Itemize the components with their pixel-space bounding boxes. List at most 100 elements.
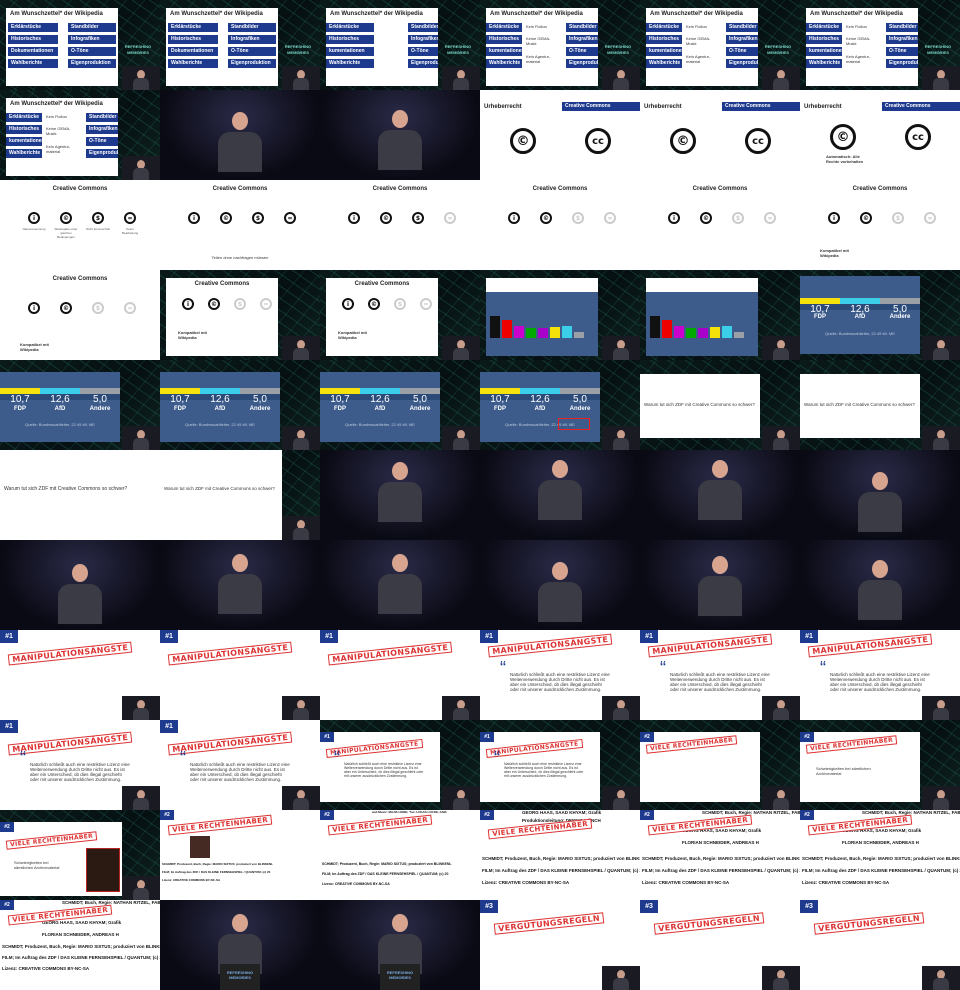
thumb-manipulation-9[interactable]: #1 MANIPULATIONSÄNGSTE Natürlich schließ… [320, 720, 480, 810]
thumb-manipulation-8[interactable]: #1 MANIPULATIONSÄNGSTE Natürlich schließ… [160, 720, 320, 810]
thumb-rights-5[interactable]: #2 VIELE RECHTEINHABER and Music: MAJIA … [320, 810, 480, 900]
nd-icon: = [924, 212, 936, 224]
button-right-2: Infografiken [886, 35, 918, 44]
button-right-2: Infografiken [408, 35, 438, 44]
thumb-manipulation-10[interactable]: #1 MANIPULATIONSÄNGSTE Natürlich schließ… [480, 720, 640, 810]
value-fdp: 10,7 [320, 388, 360, 405]
thumb-wishlist-1[interactable]: Am Wunschzettel* der Wikipedia Erklärstü… [0, 0, 160, 90]
speaker-inset [922, 786, 960, 810]
thumb-wishlist-4[interactable]: Am Wunschzettel* der Wikipedia Erklärstü… [480, 0, 640, 90]
thumb-speaker-5[interactable] [640, 450, 800, 540]
thumb-rights-1[interactable]: #2 VIELE RECHTEINHABER [640, 720, 800, 810]
thumb-speaker-11[interactable] [640, 540, 800, 630]
note-3: Kein Agentur-material [846, 54, 871, 64]
thumb-cc-5[interactable]: Creative Commons i © $ = [640, 180, 800, 270]
thumb-cc-8[interactable]: Creative Commons i © $ = Kompatibel mit … [160, 270, 320, 360]
speaker-inset [282, 66, 320, 90]
thumb-election-2[interactable]: 10,7 12,6 5,0 FDP AfD Andere Quelle: Bun… [0, 360, 160, 450]
slide-title: Creative Commons [852, 186, 908, 192]
thumb-speaker-10[interactable] [480, 540, 640, 630]
value-andere: 5,0 [240, 388, 280, 405]
thumb-manipulation-7[interactable]: #1 MANIPULATIONSÄNGSTE Natürlich schließ… [0, 720, 160, 810]
thumb-rights-8[interactable]: #2 VIELE RECHTEINHABER SCHMIDT; Buch, Re… [800, 810, 960, 900]
thumb-rights-7[interactable]: #2 VIELE RECHTEINHABER SCHMIDT; Buch, Re… [640, 810, 800, 900]
thumb-rights-3[interactable]: #2 VIELE RECHTEINHABER Schwierigkeiten b… [0, 810, 160, 900]
thumb-remuneration-3[interactable]: #3 VERGÜTUNGSREGELN [800, 900, 960, 990]
credits-line-3: FLORIAN SCHNEIDER, ANDREAS H [682, 840, 759, 845]
thumb-copyright-1[interactable]: Urheberrecht Creative Commons © cc [480, 90, 640, 180]
thumb-rights-9[interactable]: #2 VIELE RECHTEINHABER SCHMIDT; Buch, Re… [0, 900, 160, 990]
speaker-inset [922, 966, 960, 990]
party-afd: AfD [534, 406, 546, 412]
thumb-speaker-13[interactable]: REFRESHING MEMORIES [160, 900, 320, 990]
button-right-1: Standbilder [726, 23, 758, 32]
thumb-wishlist-7[interactable]: Am Wunschzettel* der Wikipedia Erklärstü… [0, 90, 160, 180]
thumb-rights-2[interactable]: #2 VIELE RECHTEINHABER Schwierigkeiten b… [800, 720, 960, 810]
thumb-election-5[interactable]: 10,7 12,6 5,0 FDP AfD Andere Quelle: Bun… [480, 360, 640, 450]
value-andere: 5,0 [880, 298, 920, 315]
button-left-3: kumentationen [486, 47, 522, 56]
thumb-speaker-9[interactable] [320, 540, 480, 630]
chart-header [486, 278, 598, 292]
speaker [698, 556, 742, 630]
thumb-speaker-7[interactable] [0, 540, 160, 630]
thumb-cc-6[interactable]: Creative Commons i © $ = Kompatibel mit … [800, 180, 960, 270]
thumb-manipulation-6[interactable]: #1 MANIPULATIONSÄNGSTE Natürlich schließ… [800, 630, 960, 720]
bar [550, 327, 560, 338]
thumb-cc-7[interactable]: Creative Commons i © $ = Kompatibel mit … [0, 270, 160, 360]
question-text: Warum tut sich ZDF mit Creative Commons … [4, 486, 128, 492]
thumb-remuneration-1[interactable]: #3 VERGÜTUNGSREGELN [480, 900, 640, 990]
thumb-cc-3[interactable]: Creative Commons i © $ = [320, 180, 480, 270]
speaker-inset [122, 66, 160, 90]
sa-label: Weitergabe unter gleichen Bedingungen [54, 227, 78, 239]
thumb-speaker-8[interactable] [160, 540, 320, 630]
value-afd: 12,6 [840, 298, 880, 315]
thumb-wishlist-5[interactable]: Am Wunschzettel* der Wikipedia Erklärstü… [640, 0, 800, 90]
thumb-election-bars-2[interactable] [640, 270, 800, 360]
thumb-question-4[interactable]: Warum tut sich ZDF mit Creative Commons … [160, 450, 320, 540]
thumb-election-3[interactable]: 10,7 12,6 5,0 FDP AfD Andere Quelle: Bun… [160, 360, 320, 450]
thumb-election-4[interactable]: 10,7 12,6 5,0 FDP AfD Andere Quelle: Bun… [320, 360, 480, 450]
bar [698, 328, 708, 338]
bar [674, 326, 684, 338]
thumb-speaker-12[interactable] [800, 540, 960, 630]
thumb-speaker-2[interactable] [320, 90, 480, 180]
thumb-manipulation-2[interactable]: #1 MANIPULATIONSÄNGSTE [160, 630, 320, 720]
thumb-manipulation-3[interactable]: #1 MANIPULATIONSÄNGSTE [320, 630, 480, 720]
thumb-question-2[interactable]: Warum tut sich ZDF mit Creative Commons … [800, 360, 960, 450]
thumb-manipulation-5[interactable]: #1 MANIPULATIONSÄNGSTE Natürlich schließ… [640, 630, 800, 720]
thumb-speaker-3[interactable] [320, 450, 480, 540]
thumb-cc-2[interactable]: Creative Commons i © $ = Teilen ohne nac… [160, 180, 320, 270]
thumb-speaker-6[interactable] [800, 450, 960, 540]
section-tag: #3 [640, 900, 658, 913]
thumb-rights-4[interactable]: #2 VIELE RECHTEINHABER SCHMIDT; Produzen… [160, 810, 320, 900]
thumb-election-1[interactable]: 10,7 12,6 5,0 FDP AfD Andere Quelle: Bun… [800, 270, 960, 360]
thumb-manipulation-4[interactable]: #1 MANIPULATIONSÄNGSTE Natürlich schließ… [480, 630, 640, 720]
button-right-1: Standbilder [228, 23, 276, 32]
thumb-wishlist-6[interactable]: Am Wunschzettel* der Wikipedia Erklärstü… [800, 0, 960, 90]
button-left-3: kumentationen [326, 47, 374, 56]
section-stamp: VERGÜTUNGSREGELN [493, 912, 605, 935]
speaker-inset [602, 786, 640, 810]
thumb-manipulation-1[interactable]: #1 MANIPULATIONSÄNGSTE [0, 630, 160, 720]
thumb-speaker-4[interactable] [480, 450, 640, 540]
thumb-question-1[interactable]: Warum tut sich ZDF mit Creative Commons … [640, 360, 800, 450]
button-left-1: Erklärstücke [646, 23, 682, 32]
thumb-copyright-2[interactable]: Urheberrecht Creative Commons © cc [640, 90, 800, 180]
thumb-cc-9[interactable]: Creative Commons i © $ = Kompatibel mit … [320, 270, 480, 360]
thumb-remuneration-2[interactable]: #3 VERGÜTUNGSREGELN [640, 900, 800, 990]
chart-header [646, 278, 758, 292]
thumb-speaker-14[interactable]: REFRESHING MEMORIES [320, 900, 480, 990]
nd-icon: = [764, 212, 776, 224]
thumb-cc-1[interactable]: Creative Commons i © $ = Namensnennung W… [0, 180, 160, 270]
thumb-wishlist-2[interactable]: Am Wunschzettel* der Wikipedia Erklärstü… [160, 0, 320, 90]
thumb-speaker-1[interactable] [160, 90, 320, 180]
note: Schwierigkeiten bei sämtlichen Archivmat… [14, 860, 60, 870]
thumb-question-3[interactable]: Warum tut sich ZDF mit Creative Commons … [0, 450, 160, 540]
thumb-wishlist-3[interactable]: Am Wunschzettel* der Wikipedia Erklärstü… [320, 0, 480, 90]
thumb-copyright-3[interactable]: Urheberrecht Creative Commons © cc Autom… [800, 90, 960, 180]
section-tag: #1 [320, 630, 338, 643]
thumb-rights-6[interactable]: #2 VIELE RECHTEINHABER GEORG HAAS, SAAD … [480, 810, 640, 900]
thumb-cc-4[interactable]: Creative Commons i © $ = [480, 180, 640, 270]
thumb-election-bars-1[interactable] [480, 270, 640, 360]
